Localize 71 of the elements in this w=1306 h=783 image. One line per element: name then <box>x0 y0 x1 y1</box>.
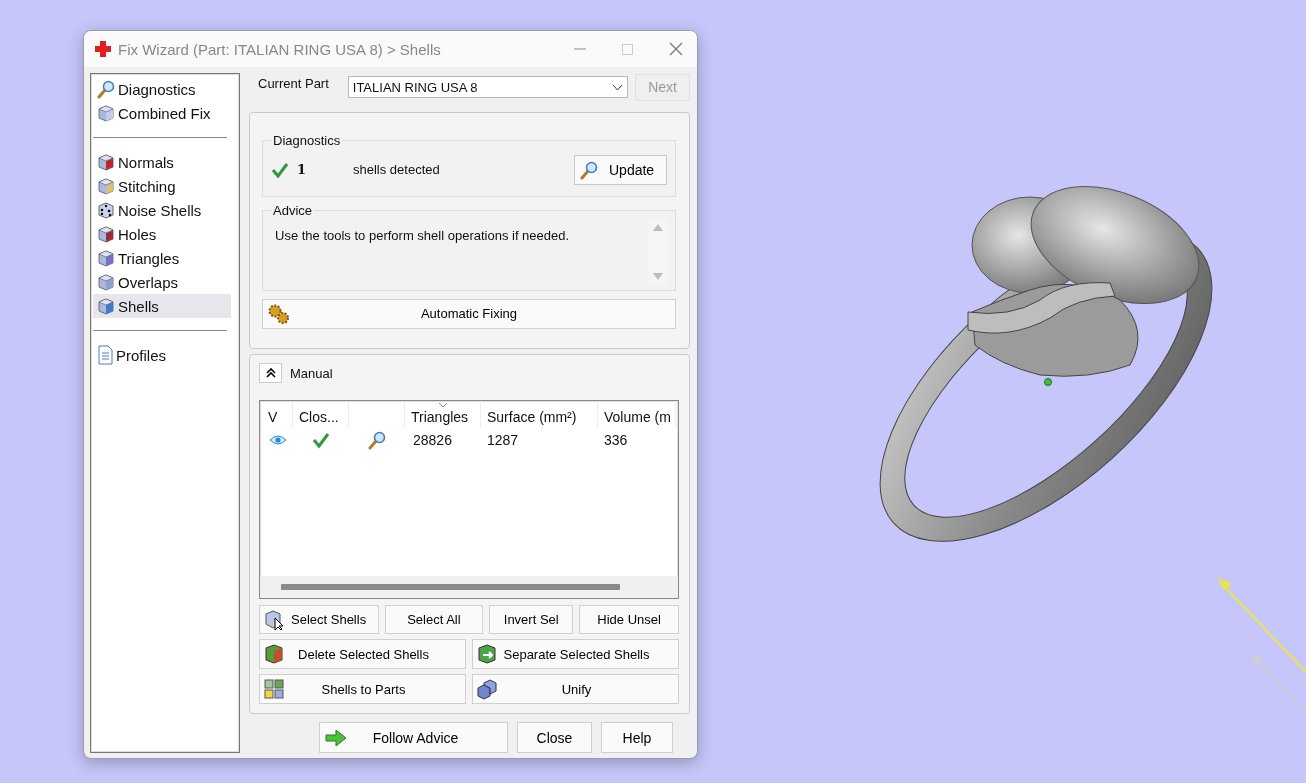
collapse-toggle[interactable] <box>259 363 282 383</box>
sidebar-item[interactable]: Diagnostics <box>93 77 231 101</box>
column-header[interactable]: Surface (mm²) <box>487 409 577 425</box>
sidebar-item[interactable]: Shells <box>93 294 231 318</box>
document-icon <box>96 345 114 365</box>
table-cell: 28826 <box>413 432 452 448</box>
group-title: Diagnostics <box>272 132 342 148</box>
field-label: Current Part <box>257 75 330 91</box>
update-button[interactable]: Update <box>574 154 667 185</box>
tool-button[interactable]: Hide Unsel <box>579 605 679 634</box>
sidebar-item[interactable]: Normals <box>93 150 231 174</box>
dialog-button[interactable]: Help <box>601 722 673 753</box>
arrow-icon <box>324 727 348 748</box>
tool-button[interactable]: Delete Selected Shells <box>259 639 466 669</box>
tool-button[interactable]: Separate Selected Shells <box>472 639 679 669</box>
eye-icon[interactable] <box>268 434 287 446</box>
column-header[interactable]: Clos... <box>299 409 339 425</box>
advice-text: Use the tools to perform shell operations if needed. <box>275 227 570 243</box>
sidebar-item[interactable]: Noise Shells <box>93 198 231 222</box>
cube-icon <box>96 224 116 244</box>
scroll-up-icon[interactable] <box>653 223 663 231</box>
tool-button[interactable]: Select Shells <box>259 605 379 634</box>
chevron-down-icon <box>612 83 624 91</box>
column-header[interactable]: V <box>268 409 278 425</box>
cube-icon <box>96 152 116 172</box>
dice-icon <box>96 200 116 220</box>
cubes-icon <box>263 678 285 700</box>
window-title: Fix Wizard (Part: ITALIAN RING USA 8) > Shells <box>118 40 442 58</box>
automatic-fixing-button[interactable]: Automatic Fixing <box>262 298 676 329</box>
blocks-icon <box>476 678 498 700</box>
magnifier-icon <box>96 79 116 99</box>
table-cell: 1287 <box>487 432 519 448</box>
section-title: Manual <box>290 365 333 381</box>
close-icon[interactable] <box>669 42 683 56</box>
dialog-button[interactable]: Close <box>517 722 592 753</box>
sidebar-item[interactable]: Profiles <box>93 343 231 367</box>
scroll-down-icon[interactable] <box>653 272 663 280</box>
scrollbar-thumb[interactable] <box>281 584 620 590</box>
diagnostics-text: shells detected <box>353 162 441 178</box>
horizontal-scrollbar[interactable] <box>260 576 678 598</box>
arrow-cube-icon <box>476 643 498 665</box>
sidebar-item[interactable]: Holes <box>93 222 231 246</box>
column-header[interactable]: Triangles <box>411 409 469 425</box>
sidebar-item[interactable]: Triangles <box>93 246 231 270</box>
gears-icon <box>267 302 291 325</box>
tool-button[interactable]: Unify <box>472 674 679 704</box>
magnifier-icon <box>367 430 387 450</box>
ring-model-drawing[interactable] <box>879 186 1213 542</box>
sidebar-item[interactable]: Combined Fix <box>93 101 231 125</box>
cube-icon <box>96 272 116 292</box>
shell-count: 1 <box>297 162 308 178</box>
sidebar-item[interactable]: Overlaps <box>93 270 231 294</box>
cube-icon <box>96 296 116 316</box>
group-title: Advice <box>272 202 314 218</box>
sidebar-item[interactable]: Stitching <box>93 174 231 198</box>
double-chevron-up-icon <box>265 368 276 378</box>
app-logo-icon <box>94 40 112 58</box>
pivot-dot[interactable] <box>1044 378 1052 386</box>
tool-button[interactable]: Select All <box>384 605 484 634</box>
part-dropdown[interactable]: ITALIAN RING USA 8 <box>347 76 629 99</box>
cube-icon <box>96 103 116 123</box>
cube-icon <box>96 176 116 196</box>
tool-button[interactable]: Invert Sel <box>489 605 574 634</box>
maximize-icon[interactable] <box>622 43 633 55</box>
cube-icon <box>96 248 116 268</box>
magnifier-icon <box>579 159 599 180</box>
tool-button[interactable]: Shells to Parts <box>259 674 466 704</box>
column-header[interactable]: Volume (m <box>604 409 671 425</box>
follow-advice-button[interactable]: Follow Advice <box>319 722 508 753</box>
table-cell: 336 <box>604 432 628 448</box>
cube-icon <box>263 643 285 665</box>
